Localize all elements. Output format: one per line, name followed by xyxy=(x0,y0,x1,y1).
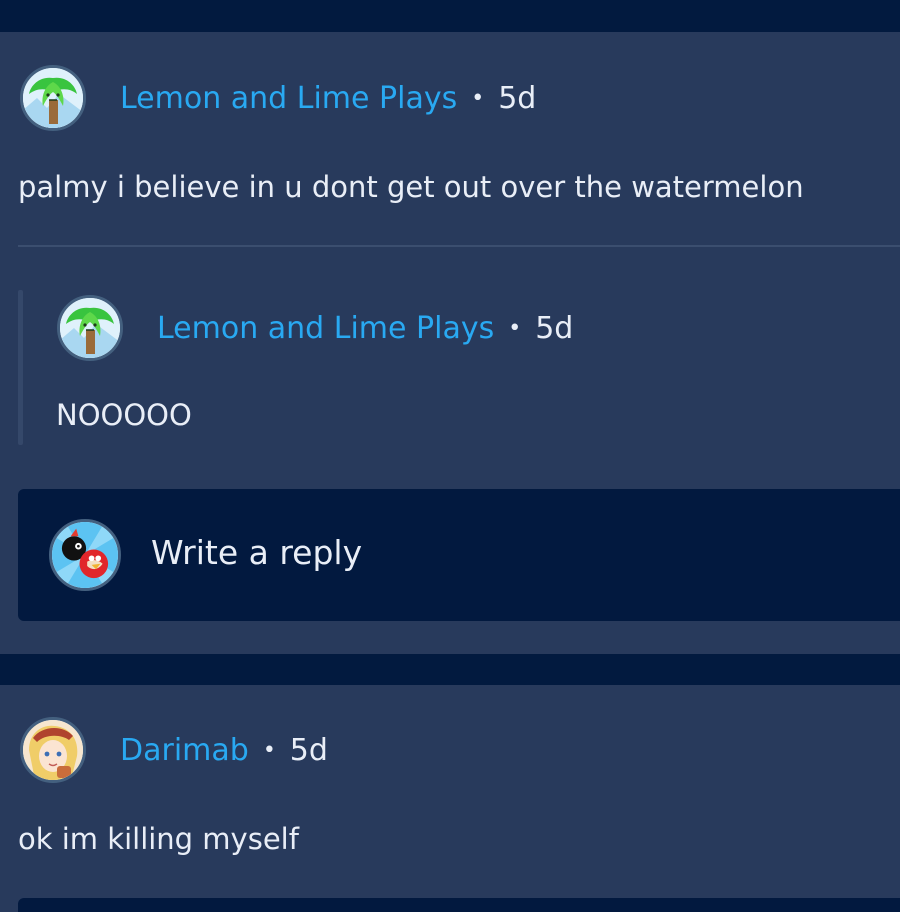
comment-text: ok im killing myself xyxy=(18,822,299,856)
timestamp: 5d xyxy=(289,732,328,768)
comment-header: Darimab • 5d xyxy=(20,715,328,785)
username-link[interactable]: Lemon and Lime Plays xyxy=(120,81,457,116)
comment-text: palmy i believe in u dont get out over t… xyxy=(18,170,804,204)
write-reply-input[interactable]: Write a reply xyxy=(18,489,900,621)
divider xyxy=(18,245,900,247)
write-reply-input[interactable] xyxy=(18,898,900,912)
comment-card: Lemon and Lime Plays • 5d palmy i believ… xyxy=(0,32,900,654)
write-reply-placeholder: Write a reply xyxy=(151,533,363,572)
reply-thread-line xyxy=(18,290,23,445)
separator-dot: • xyxy=(471,85,485,111)
reply-header: Lemon and Lime Plays • 5d xyxy=(57,293,573,363)
comment-header: Lemon and Lime Plays • 5d xyxy=(20,63,536,133)
anime-girl-avatar-icon[interactable] xyxy=(20,717,86,783)
palm-tree-avatar-icon[interactable] xyxy=(57,295,123,361)
comments-page: Lemon and Lime Plays • 5d palmy i believ… xyxy=(0,0,900,912)
timestamp: 5d xyxy=(535,310,574,346)
separator-dot: • xyxy=(262,737,276,763)
palm-tree-avatar-icon[interactable] xyxy=(20,65,86,131)
comment-card: Darimab • 5d ok im killing myself xyxy=(0,685,900,912)
reply-thread: Lemon and Lime Plays • 5d NOOOOO xyxy=(18,290,900,445)
separator-dot: • xyxy=(508,315,522,341)
username-link[interactable]: Darimab xyxy=(120,733,249,768)
username-link[interactable]: Lemon and Lime Plays xyxy=(157,311,494,346)
angry-birds-avatar-icon xyxy=(49,519,121,591)
timestamp: 5d xyxy=(498,80,537,116)
reply-text: NOOOOO xyxy=(56,398,192,432)
